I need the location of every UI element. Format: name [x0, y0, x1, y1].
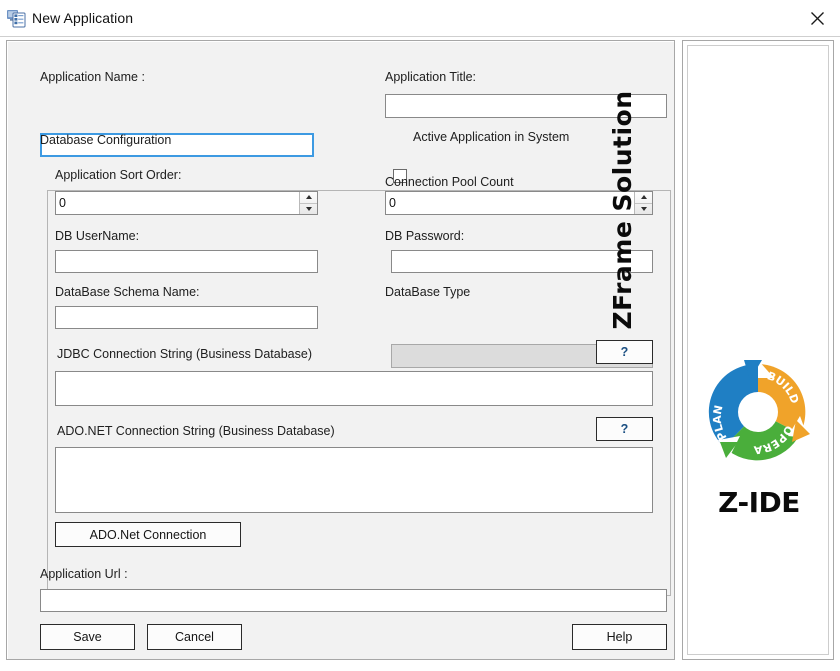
cancel-button[interactable]: Cancel: [147, 624, 242, 650]
application-sort-order-stepper[interactable]: [55, 191, 318, 215]
jdbc-connection-string-input[interactable]: [55, 371, 653, 406]
save-button[interactable]: Save: [40, 624, 135, 650]
branding-inner: ZFrame Solution PLAN BUILD OPERA Z-IDE: [608, 45, 829, 655]
spin-down-icon[interactable]: [300, 204, 317, 215]
connection-pool-count-input[interactable]: [386, 192, 634, 214]
application-name-label: Application Name :: [40, 70, 145, 84]
branding-panel: ZFrame Solution PLAN BUILD OPERA Z-IDE: [608, 40, 834, 660]
db-username-input[interactable]: [55, 250, 318, 273]
application-url-label: Application Url :: [40, 567, 128, 581]
database-type-label: DataBase Type: [385, 285, 471, 299]
db-username-label: DB UserName:: [55, 229, 140, 243]
close-button[interactable]: [794, 0, 840, 36]
adonet-connection-string-label: ADO.NET Connection String (Business Data…: [57, 424, 335, 438]
sort-order-spin-buttons[interactable]: [299, 192, 317, 214]
active-application-label: Active Application in System: [413, 130, 570, 144]
adonet-help-button[interactable]: ?: [596, 417, 653, 441]
spin-up-icon[interactable]: [635, 192, 652, 204]
z-ide-wordmark: Z-IDE: [718, 486, 800, 519]
window-title: New Application: [32, 10, 134, 26]
plan-build-operate-cycle-icon: PLAN BUILD OPERATE: [700, 348, 812, 466]
application-url-input[interactable]: [40, 589, 667, 612]
jdbc-connection-string-label: JDBC Connection String (Business Databas…: [57, 347, 312, 361]
database-schema-name-input[interactable]: [55, 306, 318, 329]
close-icon: [810, 11, 824, 25]
application-title-label: Application Title:: [385, 70, 477, 84]
brand-title-vertical: ZFrame Solution: [608, 60, 840, 329]
application-sort-order-label: Application Sort Order:: [55, 168, 182, 182]
connection-pool-count-label: Connection Pool Count: [385, 175, 514, 189]
brand-title-text: ZFrame Solution: [608, 90, 637, 330]
database-schema-name-label: DataBase Schema Name:: [55, 285, 200, 299]
database-configuration-label: Database Configuration: [40, 133, 172, 147]
spin-down-icon[interactable]: [635, 204, 652, 215]
spin-up-icon[interactable]: [300, 192, 317, 204]
application-form-icon: [7, 9, 26, 28]
form-panel: Application Name : Application Title: Ac…: [6, 40, 675, 660]
application-sort-order-input[interactable]: [56, 192, 299, 214]
window-titlebar: New Application: [0, 0, 840, 37]
db-password-label: DB Password:: [385, 229, 465, 243]
help-button[interactable]: Help: [572, 624, 667, 650]
adonet-connection-button[interactable]: ADO.Net Connection: [55, 522, 241, 547]
adonet-connection-string-input[interactable]: [55, 447, 653, 513]
